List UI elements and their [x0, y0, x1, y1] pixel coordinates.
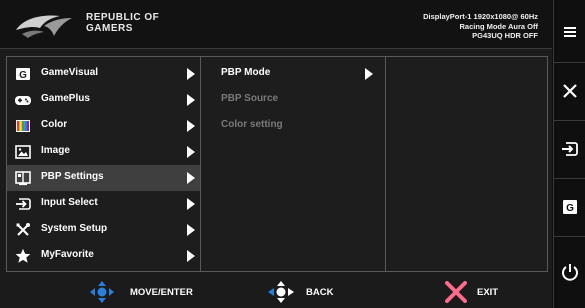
back-joystick-icon	[268, 281, 294, 303]
menu-item-label: Input Select	[41, 197, 98, 208]
input-select-icon	[16, 198, 31, 210]
menu-icon	[564, 27, 576, 37]
exit-label: EXIT	[477, 287, 499, 298]
close-button[interactable]	[554, 62, 585, 121]
status-info: DisplayPort-1 1920x1080@ 60Hz Racing Mod…	[423, 12, 538, 41]
chevron-right-icon	[187, 224, 195, 236]
move-enter-hint: MOVE/ENTER	[90, 281, 210, 303]
image-icon	[15, 145, 31, 159]
exit-hint: EXIT	[445, 281, 515, 303]
star-icon	[15, 248, 31, 263]
input-button[interactable]	[554, 120, 585, 179]
submenu-item-label: Color setting	[221, 119, 283, 130]
svg-text:G: G	[19, 70, 27, 81]
menu-item-color[interactable]: Color	[7, 113, 200, 139]
status-line-2: Racing Mode Aura Off	[459, 21, 538, 31]
gamepad-icon	[15, 96, 31, 105]
brand-name: REPUBLIC OF GAMERS	[86, 12, 159, 34]
gamevisual-icon: G	[16, 68, 30, 81]
submenu-item-pbp-source: PBP Source	[201, 87, 385, 113]
pbp-icon	[15, 171, 31, 186]
menu-item-label: Image	[41, 145, 70, 156]
menu-item-gamevisual[interactable]: G GameVisual	[7, 61, 200, 87]
power-button[interactable]	[554, 236, 585, 308]
menu-item-myfavorite[interactable]: MyFavorite	[7, 243, 200, 269]
menu-item-label: GamePlus	[41, 93, 90, 104]
exit-x-icon	[445, 281, 467, 303]
chevron-right-icon	[365, 68, 373, 80]
input-icon	[562, 142, 578, 156]
value-panel	[385, 56, 548, 272]
close-icon	[563, 84, 577, 98]
svg-text:G: G	[566, 203, 574, 214]
menu-item-label: PBP Settings	[41, 171, 104, 182]
status-line-1: DisplayPort-1 1920x1080@ 60Hz	[423, 12, 538, 21]
osd-header: REPUBLIC OF GAMERS DisplayPort-1 1920x10…	[0, 0, 552, 49]
menu-item-system-setup[interactable]: System Setup	[7, 217, 200, 243]
menu-item-label: Color	[41, 119, 68, 130]
chevron-right-icon	[187, 68, 195, 80]
rog-eye-logo	[16, 15, 72, 38]
color-palette-icon	[16, 120, 30, 132]
navigation-joystick-icon	[90, 281, 114, 303]
submenu-item-label: PBP Mode	[221, 67, 271, 78]
menu-item-label: MyFavorite	[41, 249, 94, 260]
gamevisual-button[interactable]: G	[554, 178, 585, 237]
back-hint: BACK	[268, 281, 358, 303]
chevron-right-icon	[187, 172, 195, 184]
gamevisual-icon: G	[563, 200, 577, 214]
submenu-item-label: PBP Source	[221, 93, 279, 104]
chevron-right-icon	[187, 146, 195, 158]
submenu-item-pbp-mode[interactable]: PBP Mode	[201, 61, 385, 87]
status-line-3: PG43UQ HDR OFF	[472, 31, 538, 40]
menu-item-gameplus[interactable]: GamePlus	[7, 87, 200, 113]
menu-item-label: GameVisual	[41, 67, 99, 78]
move-enter-label: MOVE/ENTER	[130, 287, 193, 298]
menu-item-label: System Setup	[41, 223, 108, 234]
menu-item-pbp-settings[interactable]: PBP Settings	[7, 165, 200, 191]
brand-line-2: GAMERS	[86, 23, 133, 34]
tools-icon	[16, 223, 30, 236]
submenu-item-color-setting: Color setting	[201, 113, 385, 139]
main-menu: G GameVisual GamePlus Color Image PBP Se…	[6, 56, 201, 272]
back-label: BACK	[306, 287, 334, 298]
power-icon	[562, 264, 578, 281]
osd-footer: MOVE/ENTER BACK EXIT	[0, 275, 552, 308]
menu-item-image[interactable]: Image	[7, 139, 200, 165]
chevron-right-icon	[187, 198, 195, 210]
brand-line-1: REPUBLIC OF	[86, 12, 160, 23]
hardware-buttons: G	[553, 0, 585, 308]
chevron-right-icon	[187, 94, 195, 106]
submenu: PBP Mode PBP Source Color setting	[200, 56, 386, 272]
menu-button[interactable]	[554, 0, 585, 63]
menu-item-input-select[interactable]: Input Select	[7, 191, 200, 217]
osd-panel: REPUBLIC OF GAMERS DisplayPort-1 1920x10…	[0, 0, 552, 308]
chevron-right-icon	[187, 120, 195, 132]
chevron-right-icon	[187, 250, 195, 262]
